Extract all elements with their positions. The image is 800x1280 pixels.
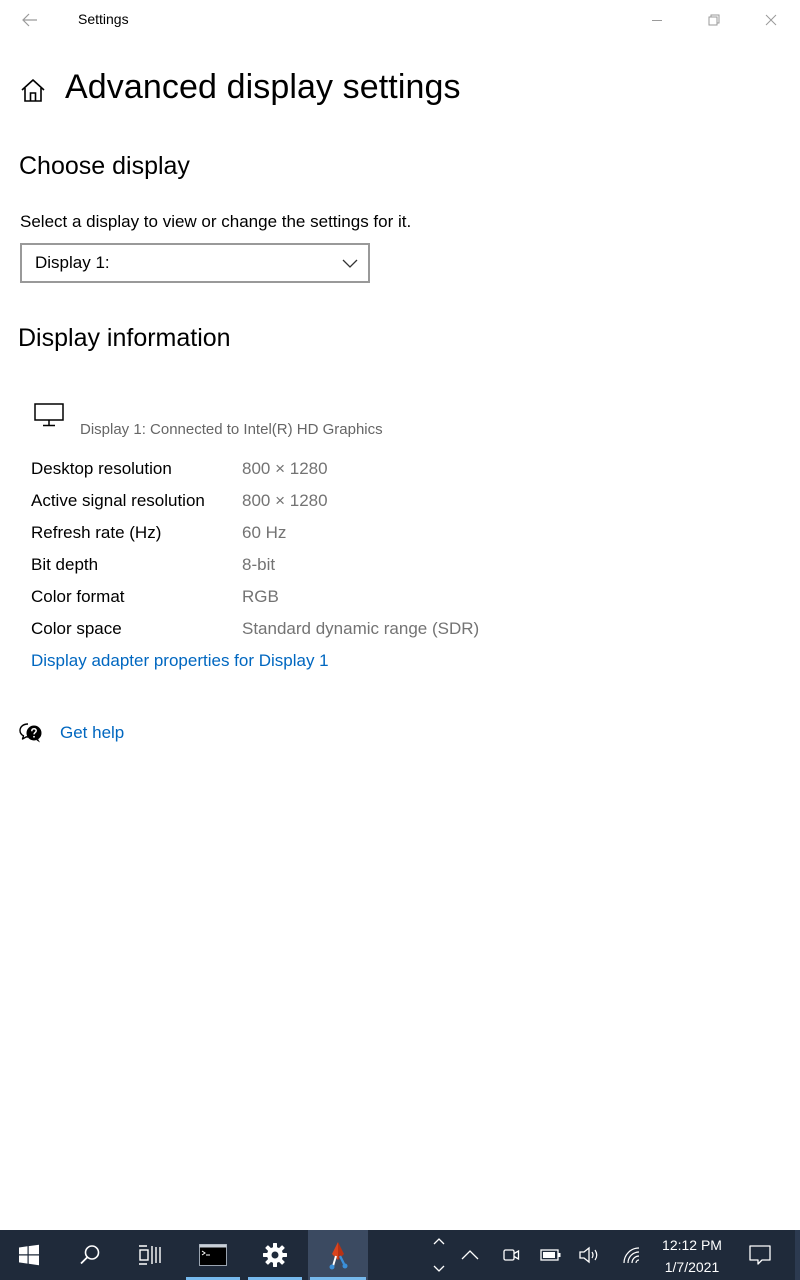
display-adapter-properties-link[interactable]: Display adapter properties for Display 1 xyxy=(31,651,329,671)
search-button[interactable] xyxy=(61,1230,119,1280)
close-icon xyxy=(765,14,777,26)
info-value: 60 Hz xyxy=(242,523,287,542)
meet-now-icon xyxy=(503,1249,520,1261)
info-label: Active signal resolution xyxy=(31,491,205,510)
start-button[interactable] xyxy=(0,1230,58,1280)
task-view-icon xyxy=(139,1245,161,1265)
minimize-icon xyxy=(652,20,662,21)
info-value: Standard dynamic range (SDR) xyxy=(242,619,480,638)
info-row-refresh-rate: Refresh rate (Hz) 60 Hz xyxy=(31,523,731,551)
meet-now-button[interactable] xyxy=(496,1230,526,1280)
info-row-active-signal-resolution: Active signal resolution 800 × 1280 xyxy=(31,491,731,519)
clock-time: 12:12 PM xyxy=(662,1237,722,1253)
info-row-bit-depth: Bit depth 8-bit xyxy=(31,555,731,583)
action-center-button[interactable] xyxy=(742,1230,778,1280)
battery-icon xyxy=(540,1249,561,1261)
info-row-color-format: Color format RGB xyxy=(31,587,731,615)
windows-start-icon xyxy=(19,1244,39,1266)
volume-icon xyxy=(579,1246,598,1264)
taskbar-app[interactable] xyxy=(308,1230,368,1280)
scroll-arrows[interactable] xyxy=(428,1230,450,1280)
home-icon[interactable] xyxy=(20,77,46,105)
battery-button[interactable] xyxy=(536,1230,566,1280)
info-label: Color space xyxy=(31,619,122,638)
info-value: 800 × 1280 xyxy=(242,491,328,510)
taskbar-command-prompt[interactable] xyxy=(184,1230,242,1280)
info-value: 800 × 1280 xyxy=(242,459,328,478)
volume-button[interactable] xyxy=(575,1230,605,1280)
info-value: RGB xyxy=(242,587,279,606)
taskbar-settings[interactable] xyxy=(246,1230,304,1280)
scroll-arrows-icon xyxy=(433,1238,445,1272)
info-label: Desktop resolution xyxy=(31,459,172,478)
action-center-icon xyxy=(749,1245,771,1265)
info-value: 8-bit xyxy=(242,555,276,574)
taskbar-edge xyxy=(795,1230,800,1280)
get-help-icon xyxy=(19,723,42,743)
system-clock[interactable]: 12:12 PM 1/7/2021 xyxy=(654,1234,730,1278)
display-information-heading: Display information xyxy=(18,324,231,352)
command-prompt-icon xyxy=(199,1244,227,1266)
task-view-button[interactable] xyxy=(121,1230,179,1280)
show-hidden-icons-icon xyxy=(461,1250,479,1260)
back-button[interactable] xyxy=(14,6,46,34)
search-icon xyxy=(80,1245,100,1265)
close-button[interactable] xyxy=(743,0,799,40)
info-label: Refresh rate (Hz) xyxy=(31,523,162,542)
display-select-value: Display 1: xyxy=(35,253,110,272)
taskbar: 12:12 PM 1/7/2021 xyxy=(0,1230,800,1280)
info-row-color-space: Color space Standard dynamic range (SDR) xyxy=(31,619,731,647)
restore-icon xyxy=(708,14,720,26)
back-arrow-icon xyxy=(22,13,37,27)
app-icon xyxy=(329,1242,348,1270)
get-help-link[interactable]: Get help xyxy=(60,723,124,743)
clock-date: 1/7/2021 xyxy=(664,1259,720,1275)
network-button[interactable] xyxy=(617,1230,647,1280)
minimize-button[interactable] xyxy=(629,0,685,40)
display-select-dropdown[interactable]: Display 1: xyxy=(20,243,370,283)
chevron-down-icon xyxy=(342,259,358,268)
network-icon xyxy=(623,1247,640,1264)
settings-gear-icon xyxy=(263,1243,287,1267)
restore-button[interactable] xyxy=(686,0,742,40)
title-bar: Settings xyxy=(0,0,800,40)
show-hidden-icons-button[interactable] xyxy=(455,1230,485,1280)
page-title: Advanced display settings xyxy=(65,68,461,106)
choose-display-description: Select a display to view or change the s… xyxy=(20,212,412,231)
choose-display-heading: Choose display xyxy=(19,152,190,180)
monitor-icon xyxy=(34,403,64,427)
info-row-desktop-resolution: Desktop resolution 800 × 1280 xyxy=(31,459,731,487)
info-label: Bit depth xyxy=(31,555,99,574)
window-title: Settings xyxy=(78,11,129,27)
info-label: Color format xyxy=(31,587,125,606)
display-connection-text: Display 1: Connected to Intel(R) HD Grap… xyxy=(80,421,383,438)
